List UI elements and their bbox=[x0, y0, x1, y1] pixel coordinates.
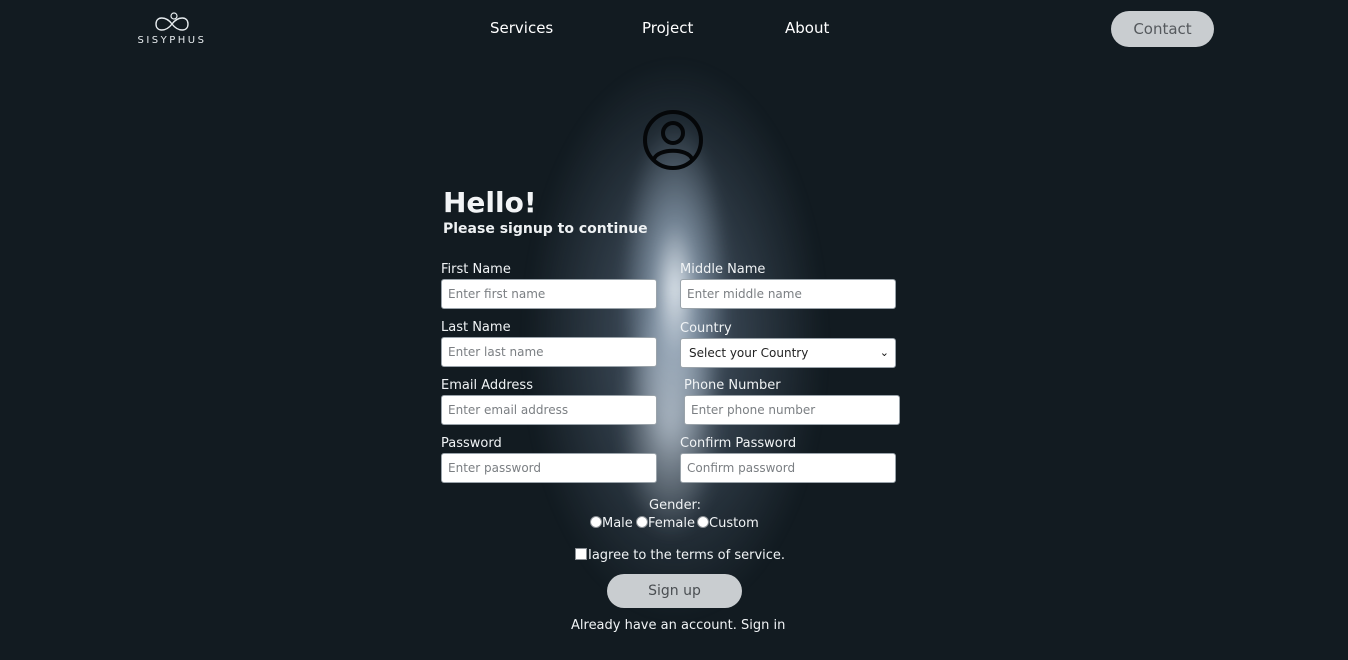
user-circle-icon bbox=[643, 110, 703, 170]
brand-logo[interactable]: SISYPHUS bbox=[134, 12, 210, 48]
infinity-knot-icon bbox=[155, 12, 189, 31]
confirm-password-field[interactable] bbox=[680, 453, 896, 483]
gender-option-label: Male bbox=[602, 516, 633, 531]
gender-radio-female[interactable] bbox=[636, 516, 648, 528]
sign-up-button[interactable]: Sign up bbox=[607, 574, 742, 608]
nav-project[interactable]: Project bbox=[642, 19, 693, 39]
email-label: Email Address bbox=[441, 378, 533, 393]
terms-checkbox[interactable] bbox=[575, 548, 587, 560]
gender-label: Gender: bbox=[649, 498, 702, 513]
first-name-field[interactable] bbox=[441, 279, 657, 309]
password-label: Password bbox=[441, 436, 502, 451]
gender-option-label: Female bbox=[648, 516, 696, 531]
contact-button[interactable]: Contact bbox=[1111, 11, 1214, 47]
signin-prompt-text: Already have an account. bbox=[571, 618, 737, 633]
confirm-password-label: Confirm Password bbox=[680, 436, 797, 451]
nav-services[interactable]: Services bbox=[490, 19, 553, 39]
country-select-value: Select your Country bbox=[689, 346, 809, 360]
phone-field[interactable] bbox=[684, 395, 900, 425]
nav-about[interactable]: About bbox=[785, 19, 829, 39]
first-name-label: First Name bbox=[441, 262, 511, 277]
form-subtitle: Please signup to continue bbox=[443, 221, 648, 237]
middle-name-label: Middle Name bbox=[680, 262, 766, 277]
signin-prompt: Already have an account. Sign in bbox=[571, 618, 785, 633]
sign-in-link[interactable]: Sign in bbox=[741, 618, 785, 633]
gender-option-label: Custom bbox=[709, 516, 759, 531]
country-select[interactable]: Select your Country ⌄ bbox=[680, 338, 896, 368]
country-label: Country bbox=[680, 321, 732, 336]
password-field[interactable] bbox=[441, 453, 657, 483]
chevron-down-icon: ⌄ bbox=[879, 346, 889, 359]
brand-name: SISYPHUS bbox=[137, 35, 207, 46]
email-field[interactable] bbox=[441, 395, 657, 425]
gender-radio-male[interactable] bbox=[590, 516, 602, 528]
last-name-label: Last Name bbox=[441, 320, 511, 335]
phone-label: Phone Number bbox=[684, 378, 781, 393]
middle-name-field[interactable] bbox=[680, 279, 896, 309]
last-name-field[interactable] bbox=[441, 337, 657, 367]
terms-label: Iagree to the terms of service. bbox=[588, 548, 786, 563]
form-title: Hello! bbox=[443, 186, 537, 219]
gender-radio-custom[interactable] bbox=[697, 516, 709, 528]
